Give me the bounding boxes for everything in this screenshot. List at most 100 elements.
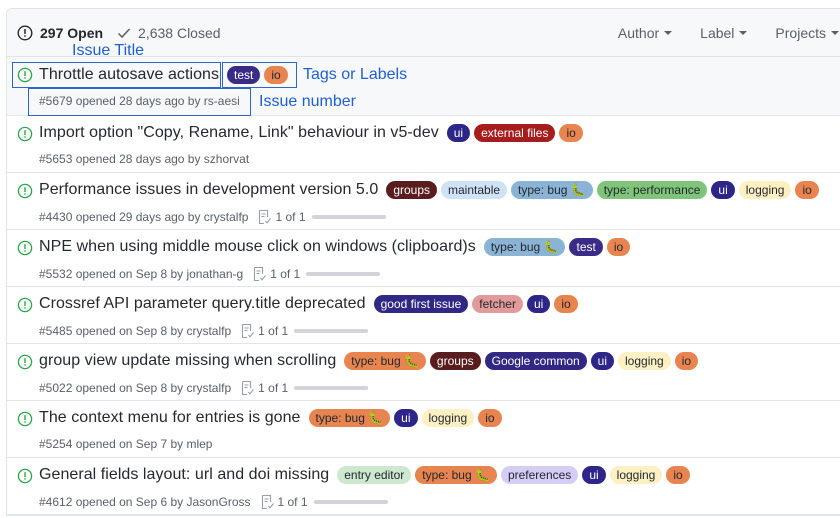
issue-label[interactable]: groups: [429, 352, 481, 370]
issue-opened-icon: [17, 468, 33, 489]
issue-meta: #4612 opened on Sep 6 by JasonGross 1 of …: [39, 494, 388, 510]
issue-opened-icon: [17, 183, 33, 204]
issue-title-line: Performance issues in development versio…: [39, 181, 819, 199]
issue-label[interactable]: io: [559, 124, 583, 142]
issue-label[interactable]: io: [674, 352, 699, 370]
issue-label[interactable]: test: [227, 66, 261, 84]
issue-label[interactable]: ui: [446, 124, 471, 142]
issue-label[interactable]: type: bug 🐛: [344, 352, 426, 370]
issue-label[interactable]: type: bug 🐛: [511, 181, 593, 199]
tags-annotation: Tags or Labels: [303, 66, 408, 83]
issue-meta: #5653 opened 28 days ago by szhorvat: [39, 152, 249, 166]
issue-opened-icon: [17, 354, 33, 375]
issue-title-link[interactable]: The context menu for entries is gone: [39, 409, 301, 427]
issue-number-and-author: #5485 opened on Sep 8 by crystalfp: [39, 324, 232, 338]
issue-row[interactable]: The context menu for entries is gone type…: [7, 401, 840, 458]
task-progress[interactable]: 1 of 1: [261, 494, 388, 510]
issue-label[interactable]: io: [478, 409, 502, 427]
issue-label[interactable]: ui: [394, 409, 418, 427]
issue-label[interactable]: fetcher: [472, 295, 523, 313]
filter-menus: Author Label Projects: [590, 9, 839, 56]
task-progress-bar: [311, 215, 386, 219]
issue-label[interactable]: type: bug 🐛: [415, 466, 497, 484]
issue-label[interactable]: io: [606, 238, 631, 256]
issue-opened-icon: [17, 240, 33, 261]
issue-title-line: General fields layout: url and doi missi…: [39, 466, 690, 484]
issue-title-link[interactable]: Performance issues in development versio…: [39, 181, 378, 199]
task-count: 1 of 1: [275, 210, 306, 224]
issue-label[interactable]: ui: [526, 295, 551, 313]
task-progress-bar: [313, 500, 388, 504]
issue-label[interactable]: logging: [609, 466, 663, 484]
issues-list-box: 297 Open 2,638 Closed Author Label Proje…: [6, 8, 840, 516]
open-issues-toggle[interactable]: 297 Open: [17, 25, 103, 41]
issue-label[interactable]: io: [666, 466, 690, 484]
issue-label[interactable]: logging: [618, 352, 671, 370]
issue-opened-icon: [17, 126, 33, 147]
issue-opened-icon: [17, 24, 33, 41]
task-progress-fill: [313, 500, 388, 504]
issue-label[interactable]: ui: [711, 181, 735, 199]
issue-label[interactable]: type: bug 🐛: [308, 409, 391, 427]
issue-label[interactable]: test: [569, 238, 603, 256]
task-progress-fill: [306, 272, 381, 276]
closed-issues-toggle[interactable]: 2,638 Closed: [117, 25, 221, 41]
issue-label[interactable]: io: [264, 66, 288, 84]
issue-title-link[interactable]: Throttle autosave actions: [39, 66, 219, 84]
issue-label[interactable]: maintable: [441, 181, 508, 199]
author-filter-dropdown[interactable]: Author: [618, 25, 673, 41]
issue-title-link[interactable]: Import option "Copy, Rename, Link" behav…: [39, 124, 439, 142]
issue-label[interactable]: Google common: [484, 352, 587, 370]
issue-title-line: The context menu for entries is gone type…: [39, 409, 502, 427]
issue-number-and-author: #4612 opened on Sep 6 by JasonGross: [39, 495, 251, 509]
issue-label[interactable]: ui: [582, 466, 606, 484]
issue-row[interactable]: NPE when using middle mouse click on win…: [7, 230, 840, 287]
issue-label[interactable]: ui: [590, 352, 615, 370]
issue-label[interactable]: io: [795, 181, 819, 199]
closed-count-label: 2,638 Closed: [138, 24, 221, 41]
checklist-icon: [241, 380, 258, 396]
issue-meta: #5532 opened on Sep 8 by jonathan-g 1 of …: [39, 266, 381, 282]
issue-row[interactable]: Crossref API parameter query.title depre…: [7, 287, 840, 344]
task-count: 1 of 1: [258, 324, 289, 338]
issue-row[interactable]: Import option "Copy, Rename, Link" behav…: [7, 116, 840, 173]
label-filter-dropdown[interactable]: Label: [700, 25, 748, 41]
issue-label[interactable]: logging: [421, 409, 475, 427]
issue-meta: #5679 opened 28 days ago by rs-aesi: [39, 94, 240, 108]
task-progress-fill: [311, 215, 386, 219]
task-progress[interactable]: 1 of 1: [253, 266, 381, 282]
issue-title-link[interactable]: NPE when using middle mouse click on win…: [39, 238, 476, 256]
issue-row[interactable]: Performance issues in development versio…: [7, 173, 840, 230]
task-progress[interactable]: 1 of 1: [258, 209, 386, 225]
issue-label[interactable]: io: [554, 295, 578, 313]
checklist-icon: [261, 494, 278, 510]
issue-label[interactable]: good first issue: [373, 295, 469, 313]
caret-down-icon: [831, 30, 839, 35]
task-progress[interactable]: 1 of 1: [241, 380, 369, 396]
issue-meta: #5022 opened on Sep 8 by crystalfp 1 of 1: [39, 380, 369, 396]
issue-meta: #5485 opened on Sep 8 by crystalfp 1 of 1: [39, 323, 369, 339]
issue-title-link[interactable]: Crossref API parameter query.title depre…: [39, 295, 366, 313]
issue-label[interactable]: logging: [738, 181, 792, 199]
issue-title-link[interactable]: General fields layout: url and doi missi…: [39, 466, 329, 484]
issue-row[interactable]: General fields layout: url and doi missi…: [7, 458, 840, 515]
issue-row[interactable]: Throttle autosave actions test io #5679 ope…: [7, 57, 840, 116]
issue-opened-icon: [17, 411, 33, 432]
issue-number-and-author: #5022 opened on Sep 8 by crystalfp: [39, 381, 232, 395]
issue-label[interactable]: type: bug 🐛: [483, 238, 566, 256]
task-progress-bar: [294, 329, 369, 333]
task-progress-fill: [294, 386, 369, 390]
issue-row[interactable]: group view update missing when scrolling…: [7, 344, 840, 401]
issue-label[interactable]: groups: [386, 181, 438, 199]
task-progress[interactable]: 1 of 1: [241, 323, 369, 339]
issue-title-link[interactable]: group view update missing when scrolling: [39, 352, 336, 370]
issue-label[interactable]: entry editor: [337, 466, 412, 484]
issue-title-annotation: Issue Title: [72, 42, 145, 59]
issue-number-and-author: #5679 opened 28 days ago by rs-aesi: [39, 94, 240, 108]
issue-number-annotation: Issue number: [259, 93, 356, 110]
projects-filter-dropdown[interactable]: Projects: [775, 25, 839, 41]
task-count: 1 of 1: [258, 381, 289, 395]
issue-label[interactable]: preferences: [500, 466, 579, 484]
issue-label[interactable]: type: performance: [596, 181, 708, 199]
issue-label[interactable]: external files: [474, 124, 556, 142]
